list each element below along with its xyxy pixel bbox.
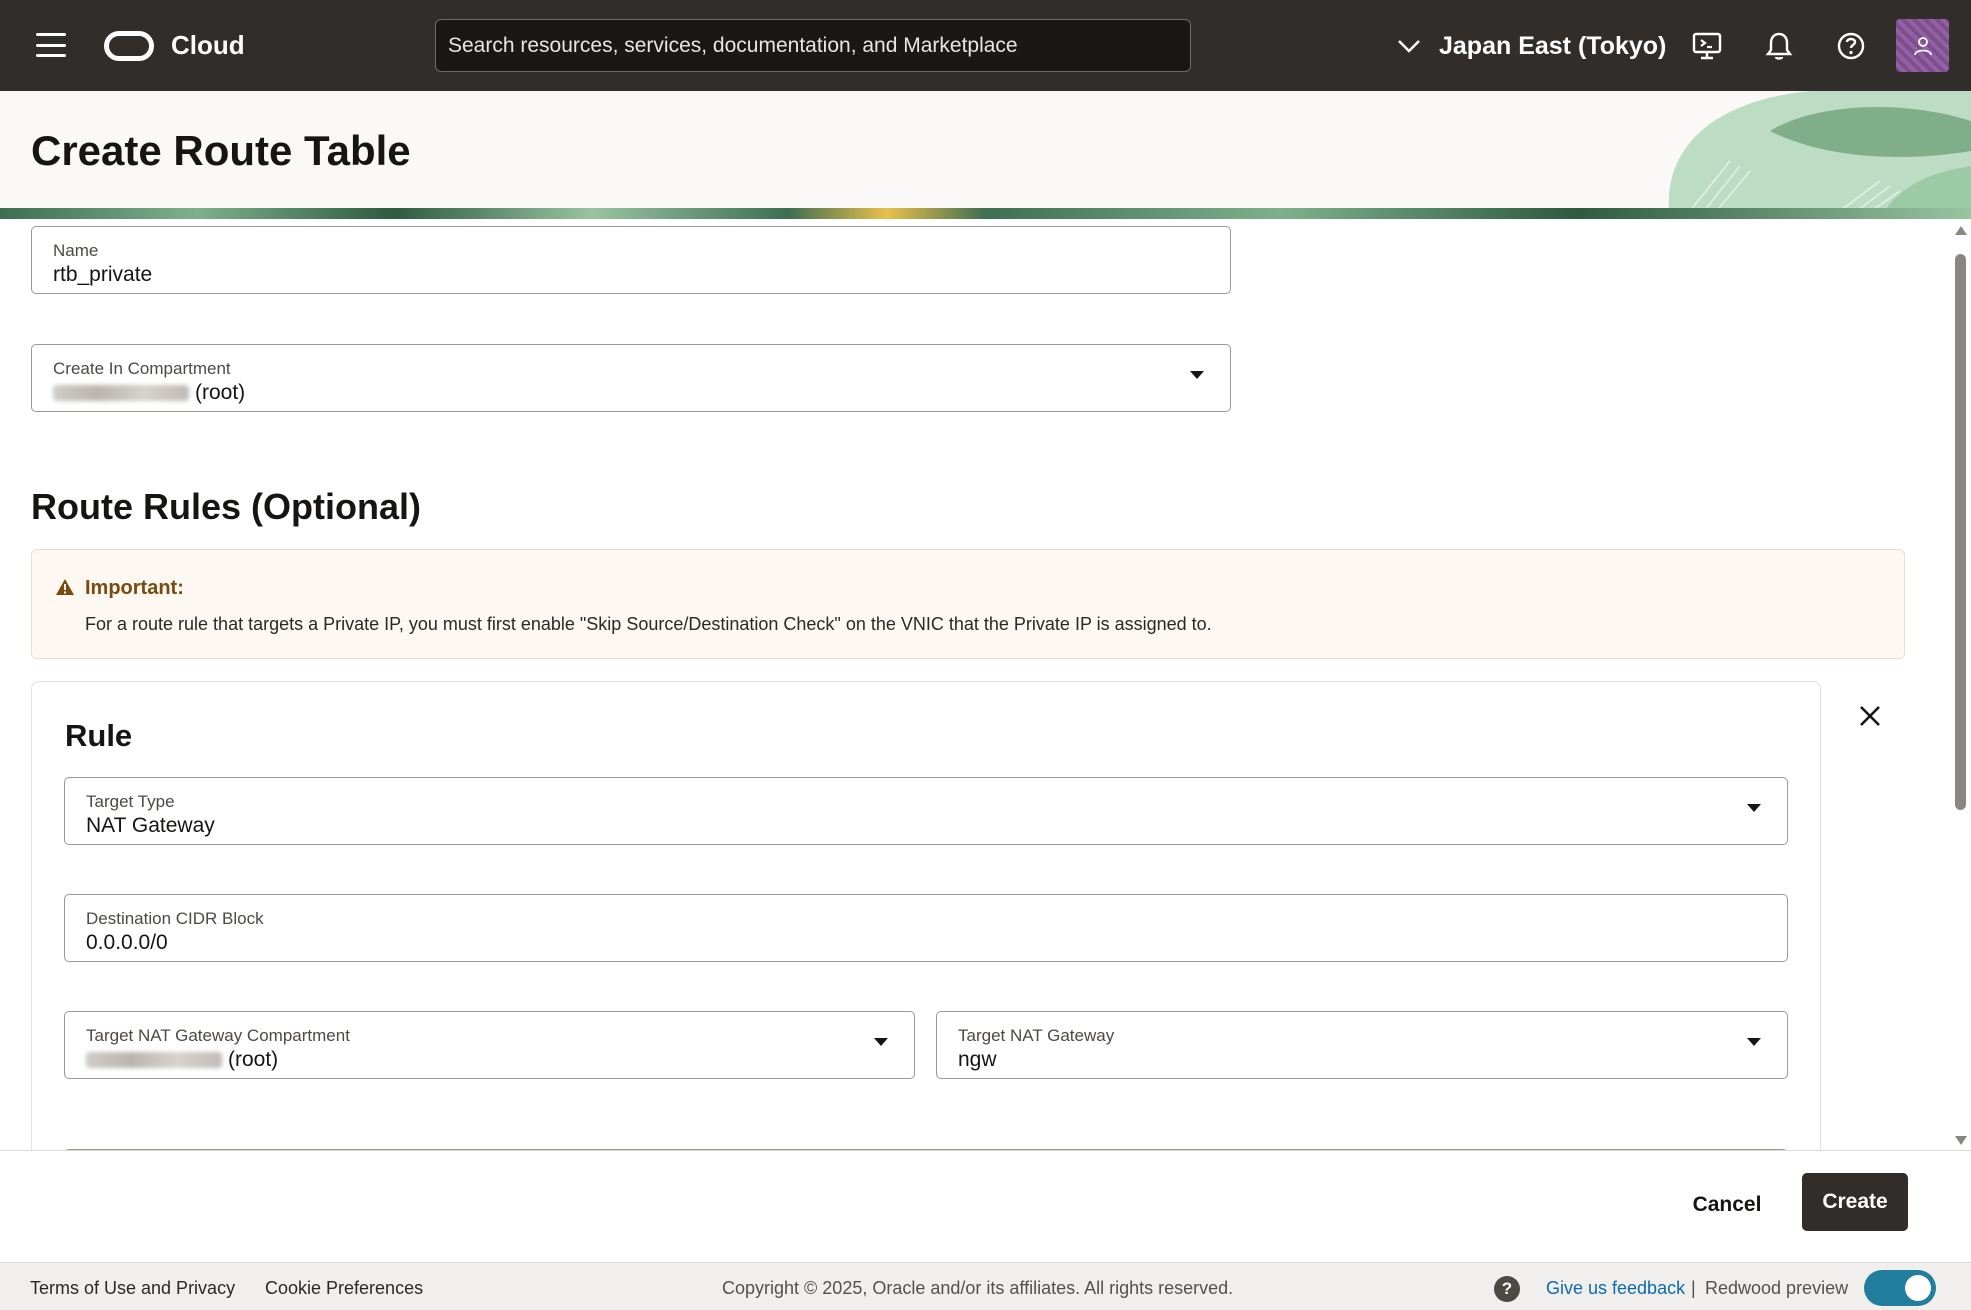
page-header: Create Route Table: [0, 91, 1971, 219]
content-scrollbar[interactable]: [1953, 222, 1969, 1148]
feedback-link[interactable]: Give us feedback: [1546, 1278, 1685, 1299]
target-type-select[interactable]: Target Type NAT Gateway: [64, 777, 1788, 845]
target-gateway-select[interactable]: Target NAT Gateway ngw: [936, 1011, 1788, 1079]
name-label: Name: [53, 241, 99, 260]
cookie-preferences-link[interactable]: Cookie Preferences: [265, 1278, 423, 1299]
footer-separator: |: [1691, 1278, 1696, 1298]
target-gateway-value: ngw: [958, 1048, 997, 1071]
decorative-strip: [0, 208, 1971, 219]
target-type-value: NAT Gateway: [86, 814, 215, 837]
oracle-logo-icon[interactable]: [104, 31, 154, 61]
top-navigation-bar: Cloud Japan East (Tokyo): [0, 0, 1971, 91]
brand-name[interactable]: Cloud: [171, 30, 245, 61]
decorative-leaves-icon: [1668, 91, 1971, 219]
redwood-preview-toggle[interactable]: [1864, 1270, 1936, 1306]
important-alert: Important: For a route rule that targets…: [31, 549, 1905, 659]
toggle-knob: [1905, 1275, 1931, 1301]
cancel-button[interactable]: Cancel: [1676, 1176, 1778, 1234]
target-compartment-label: Target NAT Gateway Compartment: [86, 1026, 350, 1045]
destination-cidr-label: Destination CIDR Block: [86, 909, 264, 928]
destination-cidr-field[interactable]: Destination CIDR Block 0.0.0.0/0: [64, 894, 1788, 962]
create-button[interactable]: Create: [1802, 1173, 1908, 1231]
compartment-select[interactable]: Create In Compartment (root): [31, 344, 1231, 412]
name-field[interactable]: Name rtb_private: [31, 226, 1231, 294]
notifications-bell-icon[interactable]: [1761, 28, 1797, 64]
region-selector[interactable]: Japan East (Tokyo): [1395, 24, 1666, 68]
user-icon: [1913, 36, 1932, 55]
compartment-label: Create In Compartment: [53, 359, 231, 378]
chevron-down-icon: [1398, 40, 1420, 53]
form-content[interactable]: Name rtb_private Create In Compartment (…: [0, 219, 1955, 1150]
caret-down-icon: [874, 1038, 888, 1046]
caret-down-icon: [1190, 371, 1204, 379]
cloud-shell-icon[interactable]: [1689, 28, 1725, 64]
page-title: Create Route Table: [31, 127, 411, 174]
close-icon[interactable]: [1856, 702, 1884, 730]
route-rules-heading: Route Rules (Optional): [31, 486, 421, 527]
help-icon[interactable]: [1833, 28, 1869, 64]
menu-icon[interactable]: [36, 33, 66, 57]
caret-down-icon: [1747, 1038, 1761, 1046]
copyright-text: Copyright © 2025, Oracle and/or its affi…: [722, 1278, 1234, 1298]
redacted-compartment-name: [86, 1052, 222, 1069]
target-compartment-value: (root): [86, 1048, 278, 1072]
page-footer: Terms of Use and Privacy Cookie Preferen…: [0, 1262, 1971, 1310]
rule-title: Rule: [65, 718, 133, 753]
region-label: Japan East (Tokyo): [1439, 31, 1667, 60]
target-compartment-select[interactable]: Target NAT Gateway Compartment (root): [64, 1011, 915, 1079]
caret-down-icon: [1747, 804, 1761, 812]
redacted-compartment-name: [53, 385, 189, 402]
destination-cidr-value: 0.0.0.0/0: [86, 931, 168, 954]
scroll-down-arrow-icon[interactable]: [1955, 1136, 1967, 1145]
scroll-up-arrow-icon[interactable]: [1955, 226, 1967, 235]
search-input[interactable]: [435, 19, 1191, 72]
target-type-label: Target Type: [86, 792, 175, 811]
help-circle-icon[interactable]: ?: [1494, 1276, 1520, 1302]
redwood-preview-label: Redwood preview: [1705, 1278, 1849, 1298]
target-gateway-label: Target NAT Gateway: [958, 1026, 1115, 1045]
alert-heading: Important:: [85, 577, 184, 599]
terms-link[interactable]: Terms of Use and Privacy: [30, 1278, 235, 1299]
route-rule-card: Rule Target Type NAT Gateway Destination…: [31, 681, 1821, 1150]
name-value: rtb_private: [53, 263, 153, 286]
compartment-value: (root): [53, 381, 245, 405]
user-avatar[interactable]: [1896, 19, 1949, 72]
warning-icon: [56, 579, 74, 595]
scrollbar-thumb[interactable]: [1955, 254, 1966, 810]
action-bar: Cancel Create: [0, 1150, 1971, 1262]
alert-message: For a route rule that targets a Private …: [85, 614, 1212, 634]
